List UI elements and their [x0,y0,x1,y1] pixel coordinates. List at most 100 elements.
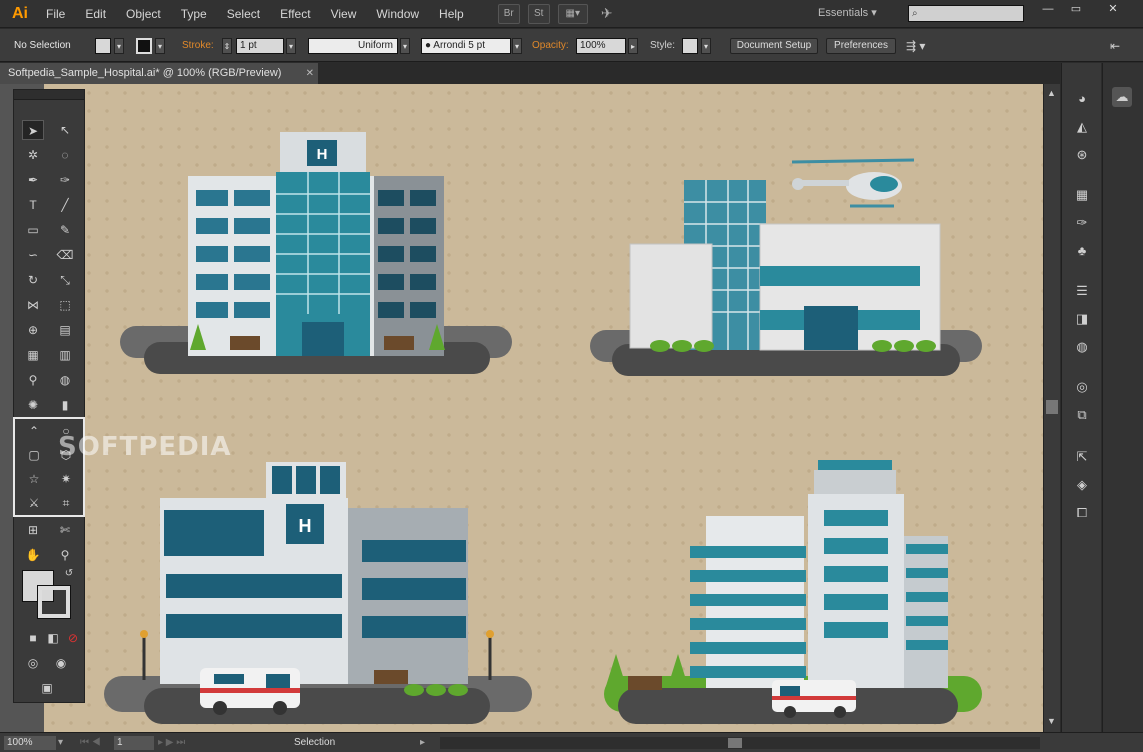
brush-definition[interactable]: ● Arrondi 5 pt [421,38,511,54]
document-tab[interactable]: Softpedia_Sample_Hospital.ai* @ 100% (RG… [0,63,318,84]
maximize-button[interactable]: ▭ [1063,2,1089,16]
star-tool-icon[interactable]: ☆ [23,469,45,489]
transparency-panel-icon[interactable]: ◍ [1072,337,1092,357]
layers-icon[interactable]: ◈ [1072,475,1092,495]
graph-tool-icon[interactable]: ▮ [54,395,76,415]
shaper-tool-icon[interactable]: ∽ [22,245,44,265]
tools-panel-header[interactable] [14,90,84,100]
menu-view[interactable]: View [321,0,367,28]
fill-dropdown[interactable]: ▾ [114,38,124,54]
artboard-tool-icon[interactable]: ⊞ [22,520,44,540]
eyedropper-tool-icon[interactable]: ⚲ [22,370,44,390]
horizontal-scroll-thumb[interactable] [728,738,742,748]
preferences-button[interactable]: Preferences [826,38,896,54]
free-transform-tool-icon[interactable]: ⬚ [54,295,76,315]
gradient-panel-icon[interactable]: ◨ [1072,309,1092,329]
draw-mode-icon[interactable]: ◎ [22,653,44,673]
menu-effect[interactable]: Effect [270,0,320,28]
panel-menu-icon[interactable]: ⇤ [1110,38,1120,54]
scroll-up-icon[interactable]: ▲ [1047,88,1056,98]
zoom-field[interactable]: 100% [4,736,56,750]
graphic-style-swatch[interactable] [682,38,698,54]
menu-window[interactable]: Window [366,0,429,28]
menu-select[interactable]: Select [217,0,270,28]
graphic-styles-icon[interactable]: ⧉ [1072,405,1092,425]
color-panel-icon[interactable]: ◕ [1072,89,1092,109]
color-guide-icon[interactable]: ◭ [1072,117,1092,137]
export-icon[interactable]: ⇱ [1072,447,1092,467]
screen-mode-icon[interactable]: ▣ [36,678,58,698]
slice-tool-icon[interactable]: ✄ [54,520,76,540]
symbol-sprayer-tool-icon[interactable]: ✺ [22,395,44,415]
rounded-rectangle-tool-icon[interactable]: ▢ [23,445,45,465]
variable-width-profile[interactable]: Uniform [308,38,398,54]
none-mode-icon[interactable]: ⊘ [62,628,84,648]
rotate-tool-icon[interactable]: ↻ [22,270,44,290]
knife-tool-icon[interactable]: ⚔ [23,493,45,513]
artboards-panel-icon[interactable]: ⧠ [1072,503,1092,523]
help-search-input[interactable]: ⌕ [908,5,1024,22]
horizontal-scrollbar[interactable] [440,737,1040,749]
gradient-mode-icon[interactable]: ◧ [42,628,64,648]
close-tab-icon[interactable]: ✕ [306,63,314,84]
stock-icon[interactable]: St [527,3,550,24]
stroke-swatch[interactable] [136,38,152,54]
magic-wand-tool-icon[interactable]: ✲ [22,145,44,165]
zoom-tool-icon[interactable]: ⚲ [54,545,76,565]
brushes-icon[interactable]: ✑ [1072,213,1092,233]
scroll-thumb[interactable] [1046,400,1058,414]
zoom-dropdown[interactable]: ▾ [58,736,63,750]
perspective-grid-tool-icon[interactable]: ▤ [54,320,76,340]
next-artboard-icon[interactable]: ▸ ▶ ⏭ [158,736,185,750]
curvature-tool-icon[interactable]: ✑ [54,170,76,190]
stroke-label[interactable]: Stroke: [182,38,214,54]
libraries-icon[interactable]: ☁ [1112,87,1132,107]
brush-dropdown[interactable]: ▾ [512,38,522,54]
menu-object[interactable]: Object [116,0,171,28]
line-tool-icon[interactable]: ╱ [54,195,76,215]
stroke-swatch-dropdown[interactable]: ▾ [155,38,165,54]
mesh-tool-icon[interactable]: ▦ [22,345,44,365]
menu-file[interactable]: File [36,0,75,28]
stroke-color-box[interactable] [37,585,71,619]
document-setup-button[interactable]: Document Setup [730,38,818,54]
swap-fill-stroke-icon[interactable]: ↺ [58,564,80,584]
scroll-down-icon[interactable]: ▼ [1047,716,1056,726]
gpu-performance-icon[interactable]: ✈ [596,4,618,24]
vertical-scrollbar[interactable]: ▲ ▼ [1043,84,1060,732]
menu-help[interactable]: Help [429,0,474,28]
scale-tool-icon[interactable]: ⤡ [54,270,76,290]
crop-tool-icon[interactable]: ⌗ [55,493,77,513]
type-tool-icon[interactable]: T [22,195,44,215]
opacity-dropdown[interactable]: ▸ [628,38,638,54]
rectangle-tool-icon[interactable]: ▭ [22,220,44,240]
fill-swatch[interactable] [95,38,111,54]
anchor-point-tool-icon[interactable]: ⌃ [23,421,45,441]
stroke-weight-field[interactable]: 1 pt [236,38,284,54]
status-menu-icon[interactable]: ▸ [420,736,425,750]
swatches-icon[interactable]: ▦ [1072,185,1092,205]
close-button[interactable]: ✕ [1100,2,1126,16]
menu-edit[interactable]: Edit [75,0,116,28]
minimize-button[interactable]: — [1035,2,1061,16]
shape-builder-tool-icon[interactable]: ⊕ [22,320,44,340]
canvas-area[interactable]: H H [0,84,1043,732]
artboard[interactable]: H H [44,84,1043,732]
artboard-number-field[interactable]: 1 [114,736,154,750]
flare-tool-icon[interactable]: ✷ [55,469,77,489]
gradient-tool-icon[interactable]: ▥ [54,345,76,365]
stroke-weight-dropdown[interactable]: ▾ [286,38,296,54]
stroke-stepper[interactable]: ⇕ [222,38,232,54]
opacity-field[interactable]: 100% [576,38,626,54]
arrange-documents-icon[interactable]: ▦▾ [557,3,588,24]
color-mode-icon[interactable]: ■ [22,628,44,648]
lasso-tool-icon[interactable]: ◌ [54,145,76,165]
blend-tool-icon[interactable]: ◍ [54,370,76,390]
paintbrush-tool-icon[interactable]: ✎ [54,220,76,240]
appearance-panel-icon[interactable]: ◎ [1072,377,1092,397]
pen-tool-icon[interactable]: ✒ [22,170,44,190]
workspace-switcher[interactable]: Essentials ▾ [818,6,877,19]
width-tool-icon[interactable]: ⋈ [22,295,44,315]
style-dropdown[interactable]: ▾ [701,38,711,54]
stroke-panel-icon[interactable]: ☰ [1072,281,1092,301]
